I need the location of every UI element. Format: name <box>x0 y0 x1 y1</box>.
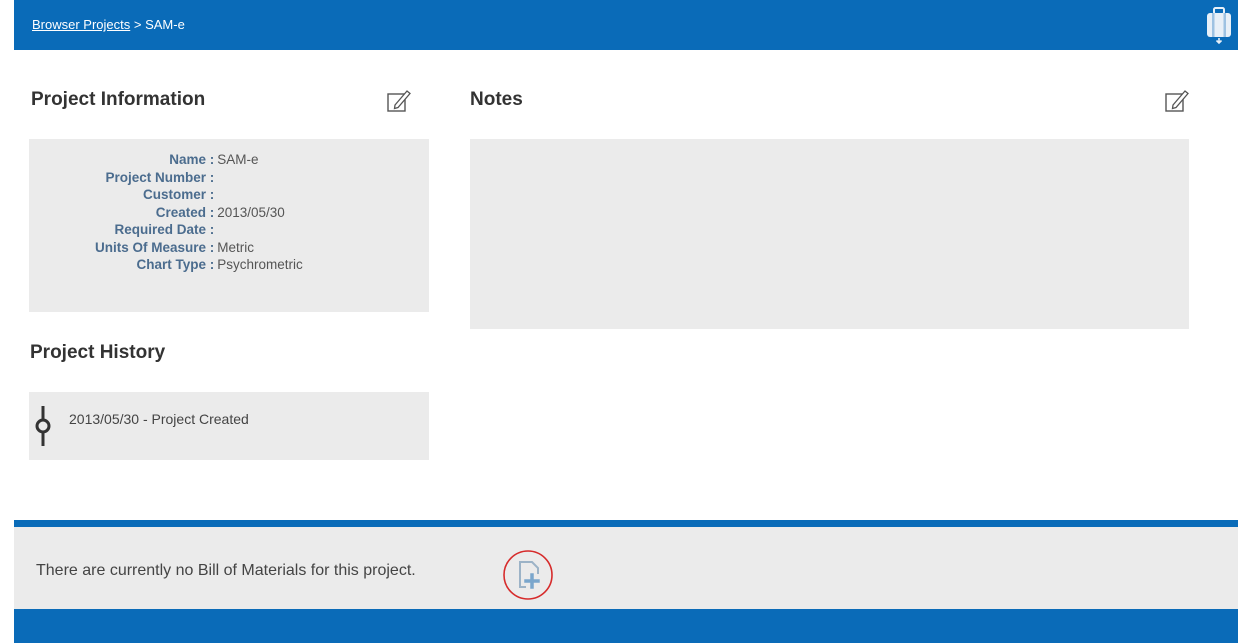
info-value: Psychrometric <box>217 257 303 272</box>
timeline-node-icon <box>35 406 51 446</box>
history-item: 2013/05/30 - Project Created <box>69 411 249 427</box>
breadcrumb-current: SAM-e <box>145 17 185 32</box>
project-history-panel: 2013/05/30 - Project Created <box>29 392 429 460</box>
info-label: Name <box>169 152 206 167</box>
add-document-icon[interactable] <box>501 550 555 600</box>
info-label: Units Of Measure <box>94 239 206 255</box>
info-label: Chart Type <box>136 257 206 272</box>
breadcrumb-separator: > <box>133 17 142 32</box>
notes-panel[interactable] <box>470 139 1189 329</box>
info-row-name: Name : SAM-e <box>29 151 429 169</box>
info-row-required-date: Required Date : <box>29 221 429 239</box>
bill-of-materials-footer-bar <box>14 609 1238 643</box>
edit-icon[interactable] <box>1164 88 1190 114</box>
info-row-chart-type: Chart Type : Psychrometric <box>29 256 429 274</box>
info-label: Created <box>155 204 206 220</box>
info-label: Project Number <box>105 169 206 185</box>
info-row-project-number: Project Number : <box>29 169 429 187</box>
info-value: SAM-e <box>217 152 259 167</box>
project-information-title: Project Information <box>31 89 206 110</box>
breadcrumb-link-browser-projects[interactable]: Browser Projects <box>32 17 130 32</box>
info-label: Customer <box>142 187 206 202</box>
top-bar: Browser Projects > SAM-e <box>14 0 1238 50</box>
info-row-units-of-measure: Units Of Measure : Metric <box>29 239 429 257</box>
info-label: Required Date <box>114 222 206 237</box>
breadcrumb: Browser Projects > SAM-e <box>32 17 185 32</box>
info-value: 2013/05/30 <box>217 204 285 220</box>
notes-title: Notes <box>470 89 523 110</box>
project-info-panel: Name : SAM-e Project Number : Customer : … <box>29 139 429 312</box>
info-row-customer: Customer : <box>29 186 429 204</box>
project-history-title: Project History <box>30 342 166 363</box>
bom-empty-message: There are currently no Bill of Materials… <box>36 562 416 579</box>
info-value: Metric <box>217 239 254 255</box>
briefcase-download-icon[interactable] <box>1206 6 1232 44</box>
info-row-created: Created :2013/05/30 <box>29 204 429 222</box>
edit-icon[interactable] <box>386 88 412 114</box>
